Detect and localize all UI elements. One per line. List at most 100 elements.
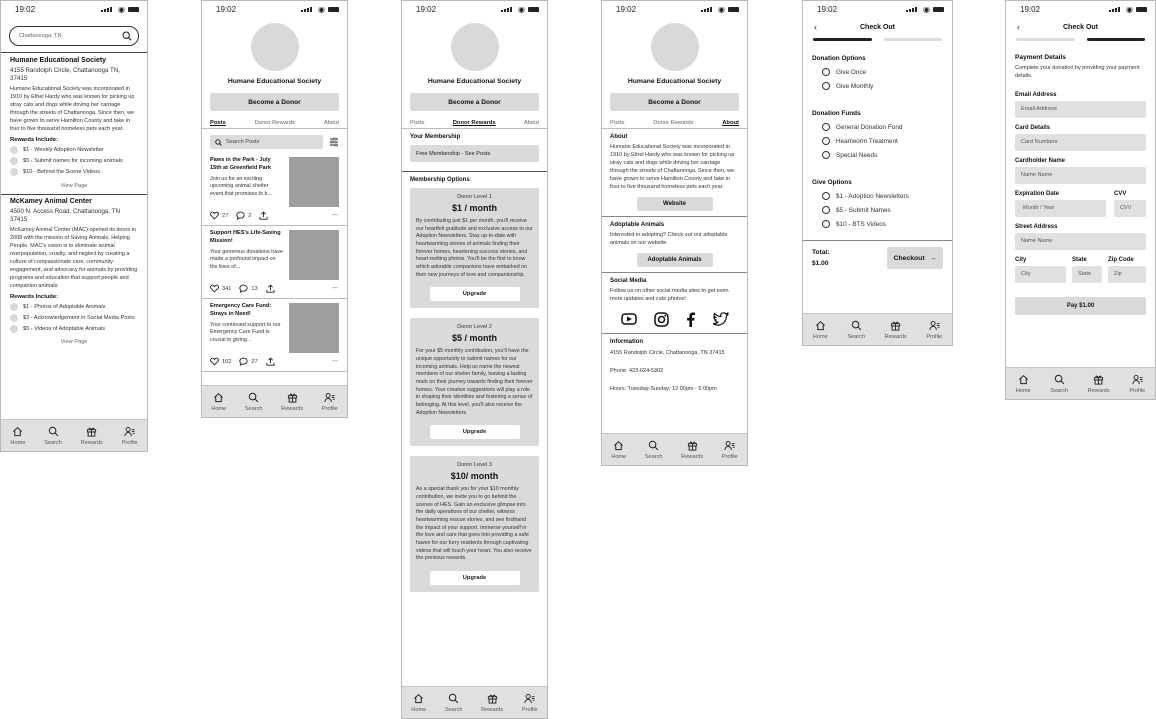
nav-search[interactable]: Search (1050, 374, 1068, 394)
tab-donor-rewards[interactable]: Donor Rewards (255, 120, 295, 126)
nav-profile[interactable]: Profile (122, 426, 138, 446)
result-card[interactable]: McKamey Animal Center 4500 N. Access Roa… (1, 198, 147, 345)
nav-search[interactable]: Search (445, 693, 463, 713)
post-title[interactable]: Paws in the Park - July 15th at Greenfie… (210, 157, 283, 173)
tab-about[interactable]: About (324, 120, 339, 126)
search-input[interactable]: Chattanooga, TN (9, 26, 139, 46)
expiration-field[interactable]: Month / Year (1015, 199, 1106, 217)
search-icon[interactable] (122, 31, 132, 41)
post-image[interactable] (289, 303, 339, 353)
nav-rewards[interactable]: Rewards (1088, 374, 1110, 394)
result-name[interactable]: Humane Educational Society (10, 57, 138, 64)
nav-rewards[interactable]: Rewards (885, 320, 907, 340)
heart-icon[interactable] (210, 284, 219, 293)
facebook-icon[interactable] (686, 312, 696, 327)
radio-give-monthly[interactable]: Give Monthly (822, 82, 943, 90)
radio-heartworm[interactable]: Heartworm Treatment (822, 137, 943, 145)
nav-rewards[interactable]: Rewards (681, 440, 703, 460)
tab-about[interactable]: About (722, 120, 739, 126)
nav-home[interactable]: Home (1016, 374, 1031, 394)
post-item[interactable]: Paws in the Park - July 15th at Greenfie… (202, 153, 347, 226)
upgrade-button[interactable]: Upgrade (429, 287, 520, 302)
post-image[interactable] (289, 157, 339, 207)
bottom-nav: Home Search Rewards Profile (1006, 367, 1155, 399)
tab-posts[interactable]: Posts (410, 120, 425, 126)
email-field[interactable]: Email Address (1015, 100, 1146, 118)
nav-home[interactable]: Home (813, 320, 828, 340)
radio-give-10[interactable]: $10 - BTS Videos (822, 220, 943, 228)
nav-profile[interactable]: Profile (522, 693, 538, 713)
more-options-icon[interactable]: ⋯ (332, 213, 339, 219)
share-icon[interactable] (259, 211, 268, 220)
heart-icon[interactable] (210, 211, 219, 220)
become-donor-button[interactable]: Become a Donor (610, 93, 739, 111)
become-donor-button[interactable]: Become a Donor (410, 93, 539, 111)
post-search-input[interactable]: Search Posts (210, 135, 323, 149)
back-icon[interactable]: ‹ (1017, 22, 1020, 32)
comment-icon[interactable] (239, 357, 248, 366)
radio-give-1[interactable]: $1 - Adoption Newsletters (822, 192, 943, 200)
radio-general-fund[interactable]: General Donation Fund (822, 123, 943, 131)
nav-profile[interactable]: Profile (1129, 374, 1145, 394)
adoptable-animals-button[interactable]: Adoptable Animals (636, 252, 713, 267)
status-bar: 19:02 ◉ (202, 1, 347, 18)
checkout-button[interactable]: Checkout → (887, 247, 943, 269)
more-options-icon[interactable]: ⋯ (332, 286, 339, 292)
radio-special-needs[interactable]: Special Needs (822, 151, 943, 159)
pay-button[interactable]: Pay $1.00 (1015, 296, 1146, 315)
upgrade-button[interactable]: Upgrade (429, 425, 520, 440)
filter-icon[interactable] (329, 137, 339, 147)
heart-icon[interactable] (210, 357, 219, 366)
tab-donor-rewards[interactable]: Donor Rewards (453, 120, 496, 126)
state-field[interactable]: State (1072, 265, 1102, 283)
post-title[interactable]: Emergency Care Fund: Strays in Need! (210, 303, 283, 319)
youtube-icon[interactable] (620, 312, 637, 326)
zip-field[interactable]: Zip (1108, 265, 1146, 283)
post-title[interactable]: Support HES's Life-Saving Mission! (210, 230, 283, 246)
nav-search[interactable]: Search (245, 392, 263, 412)
radio-give-5[interactable]: $5 - Submit Names (822, 206, 943, 214)
tab-about[interactable]: About (524, 120, 539, 126)
share-icon[interactable] (266, 284, 275, 293)
more-options-icon[interactable]: ⋯ (332, 359, 339, 365)
tab-donor-rewards[interactable]: Donor Rewards (653, 120, 693, 126)
nav-rewards[interactable]: Rewards (281, 392, 303, 412)
radio-give-once[interactable]: Give Once (822, 68, 943, 76)
result-card[interactable]: Humane Educational Society 4155 Randolph… (1, 57, 147, 189)
nav-profile[interactable]: Profile (322, 392, 338, 412)
nav-search[interactable]: Search (44, 426, 62, 446)
battery-icon (328, 7, 339, 12)
nav-search[interactable]: Search (645, 440, 663, 460)
website-button[interactable]: Website (636, 196, 713, 211)
view-page-link[interactable]: View Page (10, 183, 138, 189)
nav-rewards[interactable]: Rewards (481, 693, 503, 713)
comment-icon[interactable] (239, 284, 248, 293)
share-icon[interactable] (266, 357, 275, 366)
city-field[interactable]: City (1015, 265, 1066, 283)
post-item[interactable]: Support HES's Life-Saving Mission! Your g… (202, 226, 347, 299)
result-name[interactable]: McKamey Animal Center (10, 198, 138, 205)
card-number-field[interactable]: Card Numbers (1015, 133, 1146, 151)
street-field[interactable]: Name Name (1015, 232, 1146, 250)
nav-home[interactable]: Home (411, 693, 426, 713)
become-donor-button[interactable]: Become a Donor (210, 93, 339, 111)
nav-home[interactable]: Home (10, 426, 25, 446)
nav-search[interactable]: Search (847, 320, 865, 340)
post-image[interactable] (289, 230, 339, 280)
nav-profile[interactable]: Profile (722, 440, 738, 460)
post-item[interactable]: Emergency Care Fund: Strays in Need! Your… (202, 299, 347, 372)
cvv-field[interactable]: CVV (1114, 199, 1146, 217)
comment-icon[interactable] (236, 211, 245, 220)
tab-posts[interactable]: Posts (610, 120, 625, 126)
cardholder-field[interactable]: Name Name (1015, 166, 1146, 184)
back-icon[interactable]: ‹ (814, 22, 817, 32)
nav-home[interactable]: Home (611, 440, 626, 460)
view-page-link[interactable]: View Page (10, 339, 138, 345)
upgrade-button[interactable]: Upgrade (429, 571, 520, 586)
instagram-icon[interactable] (653, 311, 669, 327)
nav-profile[interactable]: Profile (926, 320, 942, 340)
tab-posts[interactable]: Posts (210, 120, 226, 126)
nav-home[interactable]: Home (211, 392, 226, 412)
nav-rewards[interactable]: Rewards (81, 426, 103, 446)
twitter-icon[interactable] (712, 311, 729, 326)
